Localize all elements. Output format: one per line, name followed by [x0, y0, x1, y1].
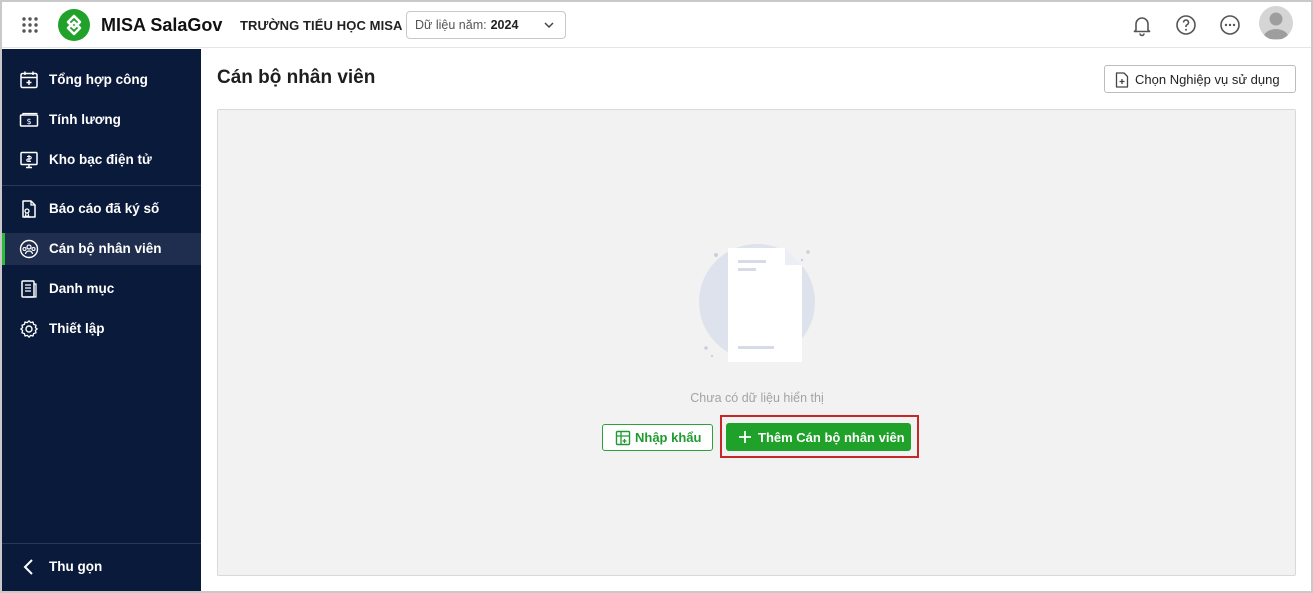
sidebar-item-tinh-luong[interactable]: $ Tính lương	[2, 104, 201, 136]
app-name: MISA SalaGov	[101, 15, 223, 35]
plus-icon	[739, 431, 751, 443]
school-name: TRƯỜNG TIỂU HỌC MISA	[240, 18, 403, 33]
sidebar-divider	[2, 185, 201, 186]
bell-icon[interactable]	[1130, 13, 1154, 37]
svg-text:$: $	[26, 117, 31, 126]
chevron-down-icon	[544, 22, 554, 29]
help-icon[interactable]	[1174, 13, 1198, 37]
sidebar-item-danh-muc[interactable]: Danh mục	[2, 273, 201, 305]
year-select[interactable]: Dữ liệu năm: 2024	[406, 11, 566, 39]
empty-document-icon	[699, 244, 815, 362]
sidebar-item-label: Tổng hợp công	[49, 72, 148, 87]
choose-business-label: Chọn Nghiệp vụ sử dụng	[1135, 71, 1280, 87]
settings-icon	[20, 320, 38, 338]
table-import-icon	[615, 430, 631, 446]
chevron-left-icon	[23, 559, 33, 575]
sidebar-item-label: Thiết lập	[49, 321, 105, 336]
sidebar-item-can-bo-nhan-vien[interactable]: Cán bộ nhân viên	[2, 233, 201, 265]
sidebar-item-label: Cán bộ nhân viên	[49, 241, 162, 256]
sidebar-item-label: Tính lương	[49, 112, 121, 127]
year-select-label: Dữ liệu năm:	[415, 18, 487, 32]
add-staff-button[interactable]: Thêm Cán bộ nhân viên	[726, 423, 911, 451]
sidebar-item-tong-hop-cong[interactable]: Tổng hợp công	[2, 64, 201, 96]
year-select-value: 2024	[490, 18, 519, 32]
misa-logo-icon	[58, 9, 90, 41]
add-staff-label: Thêm Cán bộ nhân viên	[758, 429, 905, 445]
more-icon[interactable]	[1218, 13, 1242, 37]
treasury-icon	[20, 151, 38, 169]
catalog-icon	[21, 280, 37, 298]
sidebar-item-label: Báo cáo đã ký số	[49, 201, 160, 216]
money-icon: $	[19, 112, 39, 127]
signed-report-icon	[22, 200, 36, 219]
import-button[interactable]: Nhập khẩu	[602, 424, 713, 451]
user-icon	[1263, 12, 1289, 39]
sidebar-item-label: Danh mục	[49, 281, 115, 296]
user-avatar[interactable]	[1259, 6, 1293, 40]
calendar-icon	[20, 71, 38, 89]
import-label: Nhập khẩu	[635, 430, 702, 445]
sidebar: Tổng hợp công $ Tính lương Kho bạc điện …	[2, 49, 201, 591]
sidebar-item-bao-cao-da-ky-so[interactable]: Báo cáo đã ký số	[2, 193, 201, 225]
top-header: MISA SalaGov TRƯỜNG TIỂU HỌC MISA Dữ liệ…	[2, 2, 1311, 48]
page-title: Cán bộ nhân viên	[217, 67, 376, 88]
document-add-icon	[1115, 72, 1129, 88]
collapse-label: Thu gọn	[49, 559, 103, 574]
apps-grid-icon[interactable]	[20, 15, 40, 35]
sidebar-item-label: Kho bạc điện tử	[49, 152, 152, 167]
staff-icon	[19, 239, 39, 259]
choose-business-button[interactable]: Chọn Nghiệp vụ sử dụng	[1104, 65, 1296, 93]
sidebar-collapse-button[interactable]: Thu gọn	[2, 551, 201, 583]
sidebar-item-kho-bac-dien-tu[interactable]: Kho bạc điện tử	[2, 144, 201, 176]
empty-state-text: Chưa có dữ liệu hiển thị	[690, 391, 824, 405]
sidebar-divider	[2, 543, 201, 544]
sidebar-item-thiet-lap[interactable]: Thiết lập	[2, 313, 201, 345]
